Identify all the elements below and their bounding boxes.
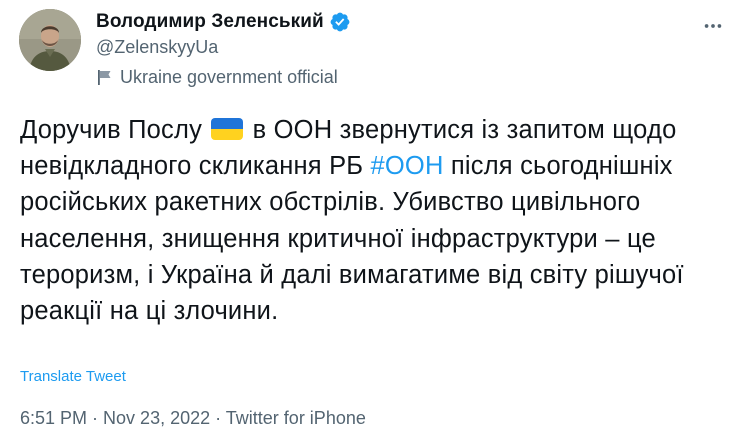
hashtag-link[interactable]: #ООН — [371, 152, 444, 180]
verified-badge-icon — [329, 11, 351, 33]
meta-separator: · — [210, 408, 226, 428]
tweet-meta: 6:51 PM · Nov 23, 2022 · Twitter for iPh… — [20, 408, 366, 429]
tweet-date[interactable]: Nov 23, 2022 — [103, 408, 210, 428]
tweet-text-part1: Доручив Послу — [20, 116, 210, 144]
government-flag-icon — [96, 69, 113, 86]
tweet-time[interactable]: 6:51 PM — [20, 408, 87, 428]
account-label-text: Ukraine government official — [120, 66, 338, 87]
avatar-photo — [19, 9, 81, 71]
translate-tweet-link[interactable]: Translate Tweet — [20, 368, 126, 385]
tweet-source: Twitter for iPhone — [225, 408, 366, 428]
author-handle[interactable]: @ZelenskyyUa — [96, 37, 218, 58]
account-label[interactable]: Ukraine government official — [96, 66, 338, 88]
tweet-card: Володимир Зеленський @ZelenskyyUa Ukrain… — [0, 0, 747, 445]
ukraine-flag-emoji — [211, 118, 244, 140]
author-name-row: Володимир Зеленський — [96, 10, 351, 34]
more-options-button[interactable] — [695, 8, 731, 44]
avatar[interactable] — [19, 9, 81, 71]
more-dots-icon — [704, 24, 722, 28]
author-display-name[interactable]: Володимир Зеленський — [96, 11, 324, 33]
tweet-body: Доручив Послу в ООН звернутися із запито… — [20, 112, 730, 329]
meta-separator: · — [87, 408, 104, 428]
